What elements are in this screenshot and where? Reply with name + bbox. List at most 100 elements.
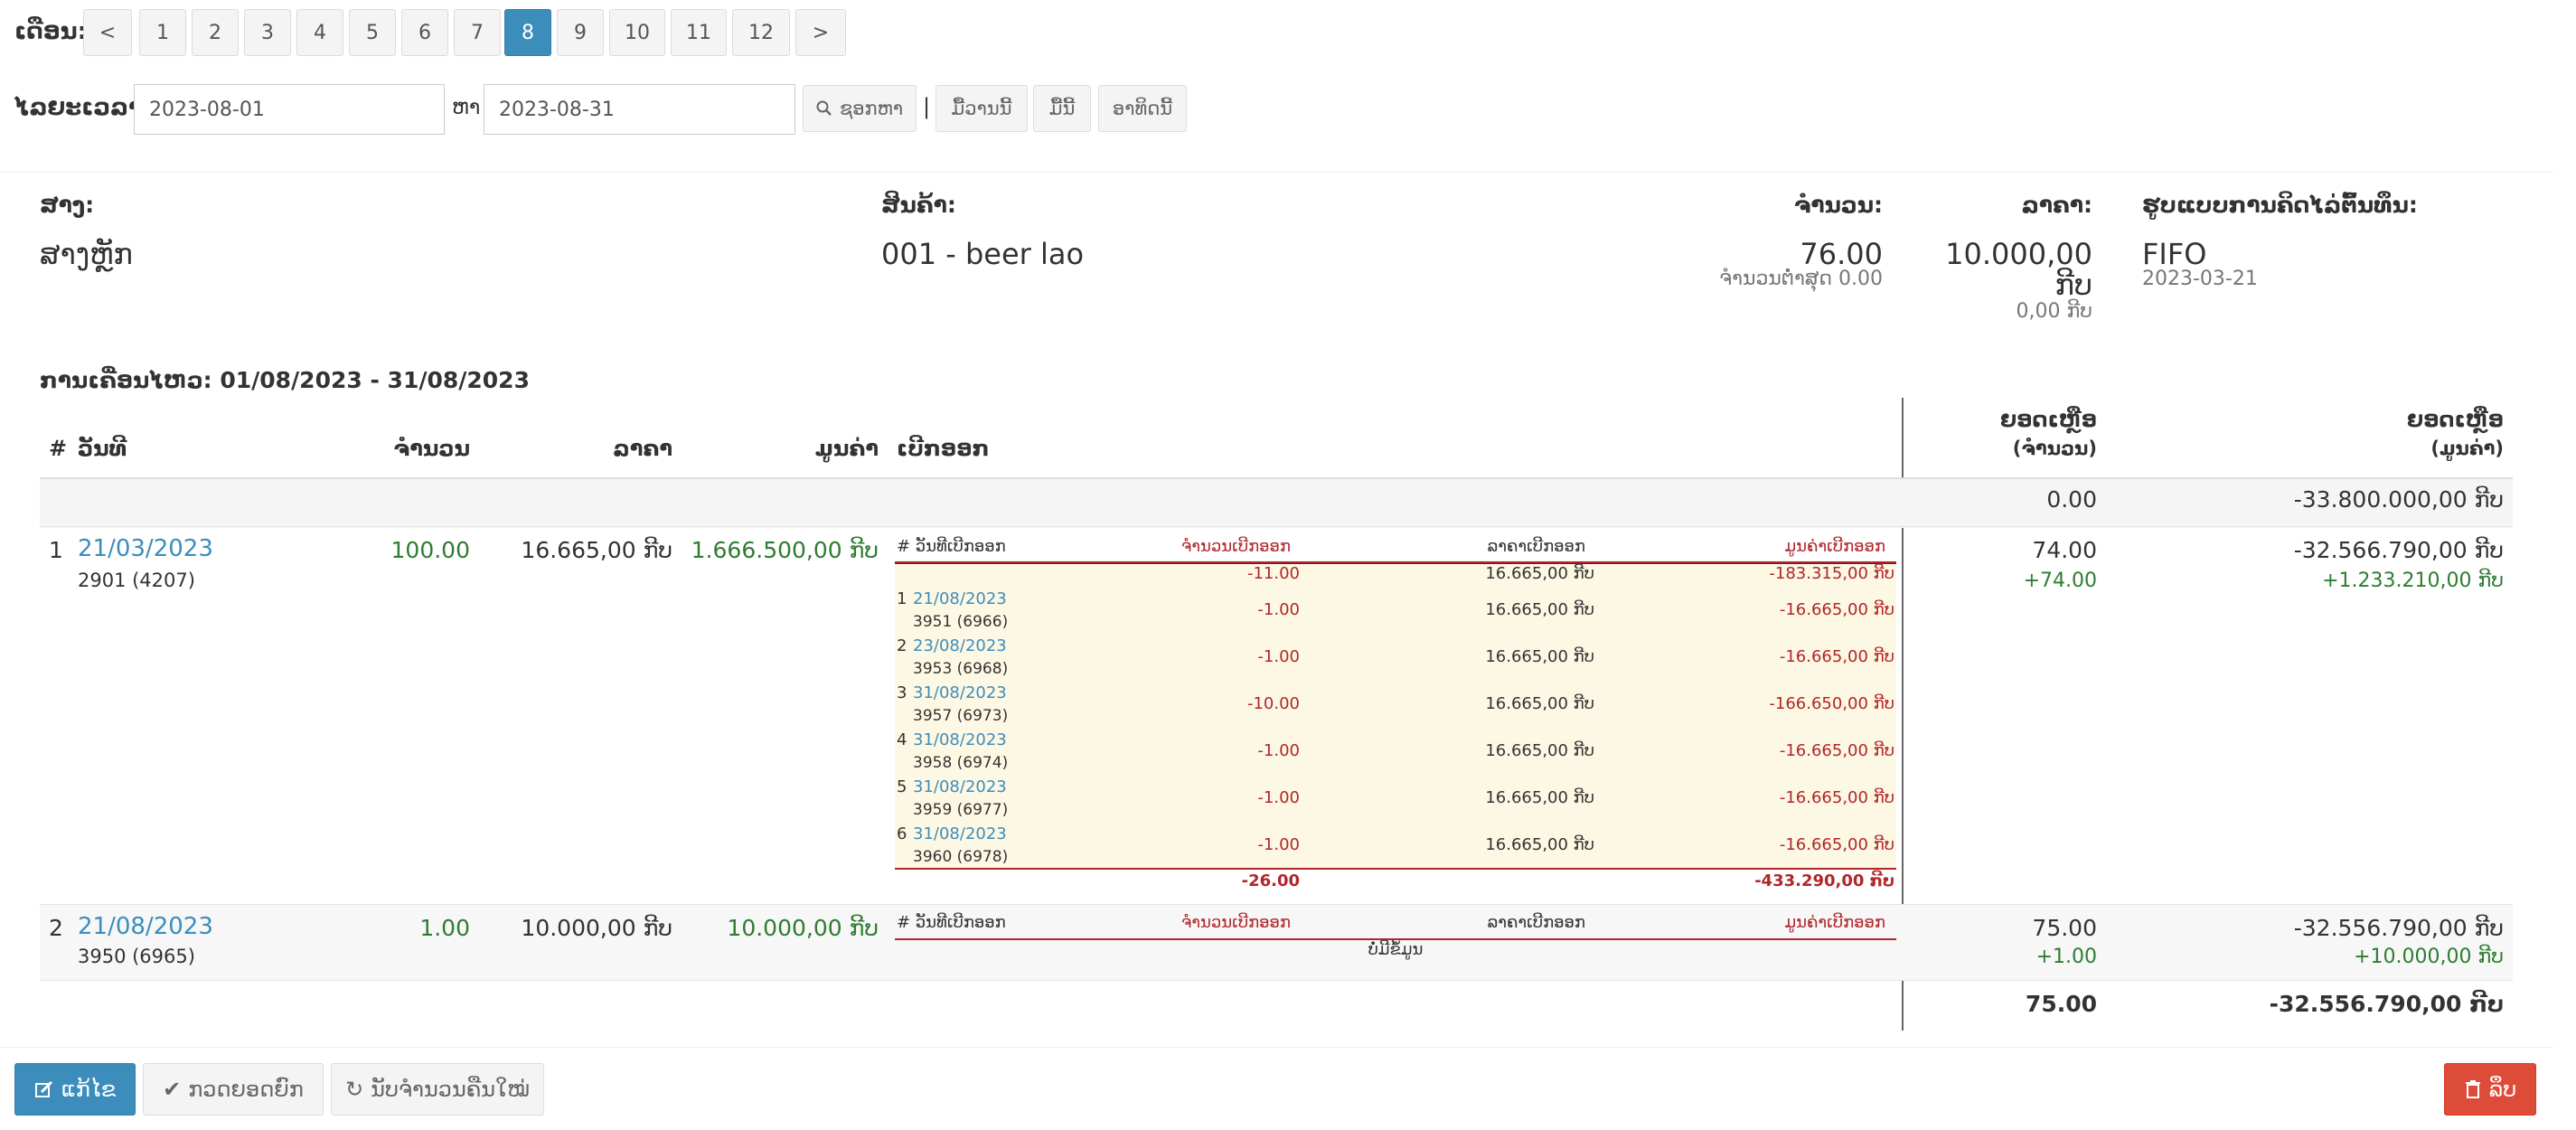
row-no: 1: [49, 537, 63, 563]
col-price: ລາຄາ: [613, 436, 672, 461]
issue-date-link[interactable]: 31/08/2023: [913, 777, 1007, 796]
issue-date-link[interactable]: 21/08/2023: [913, 589, 1007, 608]
search-button[interactable]: ຊອກຫາ: [803, 85, 917, 132]
pager-month-9[interactable]: 9: [557, 9, 604, 56]
pager-prev[interactable]: <: [83, 9, 132, 56]
pager-month-12[interactable]: 12: [732, 9, 790, 56]
col-issue: ເບີກອອກ: [897, 436, 990, 461]
price-currency: ກີບ: [2054, 268, 2092, 302]
row-date-link[interactable]: 21/08/2023: [78, 913, 213, 940]
pager-month-3[interactable]: 3: [244, 9, 291, 56]
pager-month-5[interactable]: 5: [349, 9, 396, 56]
row-ref: 3950 (6965): [78, 946, 195, 967]
pager-month-4[interactable]: 4: [296, 9, 343, 56]
pager-month-1[interactable]: 1: [139, 9, 186, 56]
row-balance-qty-delta: +1.00: [2035, 946, 2097, 968]
col-balance-qty: ຍອດເຫຼືອ: [1999, 407, 2097, 432]
check-icon: ✔: [163, 1077, 182, 1102]
issue-table-header: # ວັນທີເບີກອອກ ຈຳນວນເບີກອອກ ລາຄາເບີກອອກ …: [895, 537, 1896, 564]
edit-icon: [34, 1080, 53, 1097]
col-balance-value-sub: (ມູນຄ່າ): [2430, 438, 2504, 459]
issue-date-link[interactable]: 31/08/2023: [913, 824, 1007, 843]
row-value: 1.666.500,00 ກີບ: [691, 537, 879, 563]
row-date-link[interactable]: 21/03/2023: [78, 535, 213, 562]
edit-button[interactable]: ແກ້ໄຂ: [14, 1063, 136, 1116]
issue-col-price: ລາຄາເບີກອອກ: [1487, 537, 1585, 556]
price-sub: 0,00 ກີບ: [2016, 300, 2092, 323]
row-balance-qty-delta: +74.00: [2023, 570, 2097, 592]
col-balance-value: ຍອດເຫຼືອ: [2406, 407, 2504, 432]
method-date: 2023-03-21: [2142, 268, 2258, 290]
today-button[interactable]: ມື້ນີ້: [1033, 85, 1091, 132]
issue-col-date: # ວັນທີເບີກອອກ: [897, 537, 1006, 556]
branch-value: ສາງຫຼັກ: [40, 237, 133, 271]
col-value: ມູນຄ່າ: [814, 436, 879, 461]
issue-pre-price: 16.665,00 ກີບ: [1485, 564, 1594, 583]
price-label: ລາຄາ:: [2021, 192, 2092, 218]
pager-month-11[interactable]: 11: [671, 9, 727, 56]
to-label: ຫາ: [452, 96, 481, 119]
closing-qty: 75.00: [2025, 991, 2097, 1017]
delete-button[interactable]: ລຶບ: [2444, 1063, 2536, 1116]
qty-value: 76.00: [1800, 237, 1883, 271]
yesterday-button[interactable]: ມື້ວານນີ້: [935, 85, 1028, 132]
pager-next[interactable]: >: [795, 9, 846, 56]
date-to-input[interactable]: [484, 84, 795, 135]
search-icon: [816, 100, 832, 116]
this-week-button[interactable]: ອາທິດນີ້: [1098, 85, 1187, 132]
row-price: 16.665,00 ກີບ: [521, 537, 672, 563]
issue-date-link[interactable]: 23/08/2023: [913, 636, 1007, 655]
issue-total-qty: -26.00: [1241, 871, 1300, 890]
row-balance-value: -32.566.790,00 ກີບ: [2293, 537, 2504, 563]
issue-col-value: ມູນຄ່າເບີກອອກ: [1784, 537, 1886, 556]
col-date: ວັນທີ: [78, 436, 127, 461]
issue-date-link[interactable]: 31/08/2023: [913, 730, 1007, 749]
opening-qty: 0.00: [2046, 486, 2097, 513]
qty-label: ຈຳນວນ:: [1793, 192, 1883, 218]
row-qty: 1.00: [419, 915, 470, 941]
issue-total-value: -433.290,00 ກີບ: [1754, 871, 1894, 890]
issue-pre-value: -183.315,00 ກີບ: [1769, 564, 1894, 583]
issue-pre-qty: -11.00: [1246, 564, 1300, 583]
row-balance-value-delta: +10.000,00 ກີບ: [2354, 946, 2504, 968]
product-label: ສິນຄ້າ:: [881, 192, 956, 218]
issue-date-link[interactable]: 31/08/2023: [913, 683, 1007, 702]
row-balance-value: -32.556.790,00 ກີບ: [2293, 915, 2504, 941]
qty-min: ຈຳນວນຕ່ຳສຸດ 0.00: [1719, 268, 1883, 290]
row-ref: 2901 (4207): [78, 570, 195, 591]
movement-title: ການເຄື່ອນໄຫວ: 01/08/2023 - 31/08/2023: [40, 367, 530, 393]
row-no: 2: [49, 915, 63, 941]
date-from-input[interactable]: [134, 84, 445, 135]
trash-icon: [2465, 1080, 2480, 1098]
recalculate-button[interactable]: ↻ ນັບຈຳນວນຄືນໃໝ່: [331, 1063, 544, 1116]
pager-month-10[interactable]: 10: [609, 9, 665, 56]
row-value: 10.000,00 ກີບ: [727, 915, 879, 941]
row-qty: 100.00: [390, 537, 470, 563]
issue-col-qty: ຈຳນວນເບີກອອກ: [1180, 537, 1291, 556]
price-value: 10.000,00: [1945, 237, 2092, 271]
no-data-text: ບໍ່ມີຂໍ້ມູນ: [1368, 940, 1424, 959]
pager-month-2[interactable]: 2: [192, 9, 239, 56]
row-balance-qty: 74.00: [2032, 537, 2097, 563]
col-balance-qty-sub: (ຈຳນວນ): [2012, 438, 2097, 459]
col-no: #: [49, 436, 68, 461]
issue-table-header: # ວັນທີເບີກອອກ ຈຳນວນເບີກອອກ ລາຄາເບີກອອກ …: [895, 913, 1896, 940]
row-balance-qty: 75.00: [2032, 915, 2097, 941]
pager-month-8[interactable]: 8: [504, 9, 551, 56]
branch-label: ສາງ:: [40, 192, 95, 218]
search-label: ຊອກຫາ: [839, 98, 904, 119]
refresh-icon: ↻: [345, 1077, 364, 1102]
opening-value: -33.800.000,00 ກີບ: [2293, 486, 2504, 513]
method-label: ຮູບແບບການຄິດໄລ່ຕົ້ນທຶນ:: [2142, 192, 2418, 218]
pager-month-6[interactable]: 6: [401, 9, 448, 56]
product-value: 001 - beer lao: [881, 237, 1085, 271]
check-balance-button[interactable]: ✔ ກວດຍອດຍົກ: [143, 1063, 324, 1116]
closing-value: -32.556.790,00 ກີບ: [2269, 991, 2504, 1017]
period-label: ໄລຍະເວລາ:: [14, 94, 153, 121]
month-label: ເດືອນ:: [14, 18, 87, 45]
row-price: 10.000,00 ກີບ: [521, 915, 672, 941]
row-balance-value-delta: +1.233.210,00 ກີບ: [2322, 570, 2504, 592]
pager-month-7[interactable]: 7: [454, 9, 501, 56]
method-value: FIFO: [2142, 237, 2207, 271]
divider: [0, 172, 2553, 173]
